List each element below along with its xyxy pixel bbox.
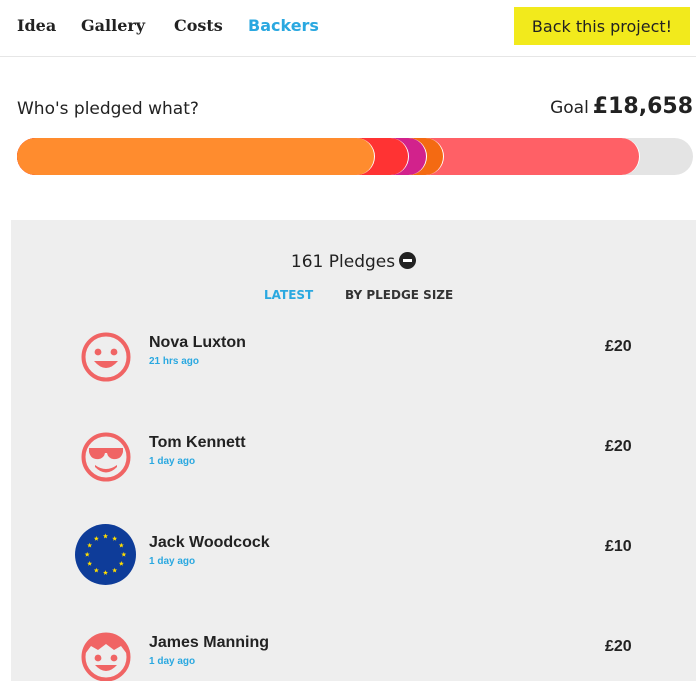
backer-name[interactable]: James Manning bbox=[149, 634, 269, 652]
tab-gallery[interactable]: Gallery bbox=[81, 16, 145, 35]
goal-amount: £18,658 bbox=[592, 94, 693, 119]
pledge-progress-bar bbox=[17, 138, 693, 175]
backers-panel: 161 Pledges LATEST BY PLEDGE SIZE Nova L… bbox=[11, 220, 696, 681]
collapse-minus-icon[interactable] bbox=[399, 252, 417, 269]
sunglasses-face-icon bbox=[81, 432, 131, 482]
backer-name[interactable]: Tom Kennett bbox=[149, 434, 246, 452]
top-navigation: Idea Gallery Costs Backers Back this pro… bbox=[0, 0, 696, 57]
sort-by-size-tab[interactable]: BY PLEDGE SIZE bbox=[345, 288, 453, 302]
tab-costs[interactable]: Costs bbox=[174, 16, 223, 35]
backer-amount: £10 bbox=[605, 538, 632, 555]
backer-row[interactable]: Jack Woodcock 1 day ago £10 bbox=[11, 520, 696, 590]
hair-face-icon bbox=[81, 632, 131, 681]
pledge-count: 161 Pledges bbox=[11, 252, 696, 272]
goal-label: Goal bbox=[550, 98, 589, 118]
sort-latest-tab[interactable]: LATEST bbox=[264, 288, 313, 302]
pledges-heading: Who's pledged what? bbox=[17, 99, 199, 119]
backer-row[interactable]: Nova Luxton 21 hrs ago £20 bbox=[11, 320, 696, 390]
progress-segment bbox=[17, 138, 375, 175]
backer-name[interactable]: Jack Woodcock bbox=[149, 534, 270, 552]
backer-amount: £20 bbox=[605, 438, 632, 455]
backer-row[interactable]: Tom Kennett 1 day ago £20 bbox=[11, 420, 696, 490]
back-project-button[interactable]: Back this project! bbox=[514, 7, 690, 45]
backer-amount: £20 bbox=[605, 638, 632, 655]
tab-idea[interactable]: Idea bbox=[17, 16, 56, 35]
goal: Goal £18,658 bbox=[550, 94, 693, 119]
backer-row[interactable]: James Manning 1 day ago £20 bbox=[11, 620, 696, 681]
smiley-face-icon bbox=[81, 332, 131, 382]
pledge-count-label: 161 Pledges bbox=[290, 252, 396, 272]
tab-backers[interactable]: Backers bbox=[248, 16, 319, 35]
backer-name[interactable]: Nova Luxton bbox=[149, 334, 246, 352]
backer-time: 1 day ago bbox=[149, 656, 196, 667]
backer-time: 1 day ago bbox=[149, 456, 196, 467]
eu-flag-icon bbox=[75, 524, 136, 585]
backer-amount: £20 bbox=[605, 338, 632, 355]
backer-time: 21 hrs ago bbox=[149, 356, 200, 367]
backer-time: 1 day ago bbox=[149, 556, 196, 567]
